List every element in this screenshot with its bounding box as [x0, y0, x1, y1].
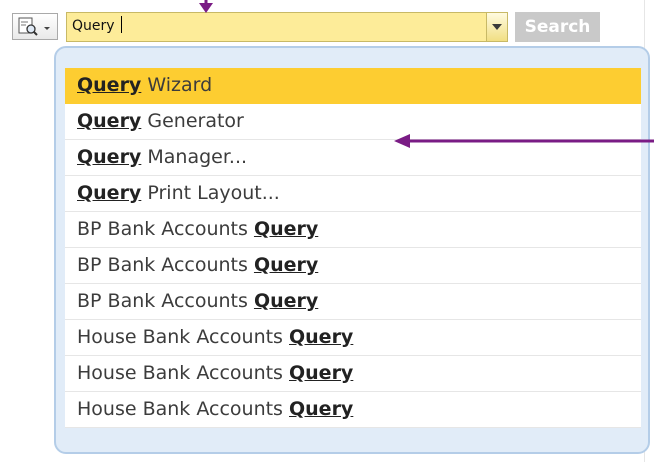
suggestion-text: House Bank Accounts — [77, 326, 289, 348]
suggestion-item[interactable]: Query Wizard — [65, 68, 641, 104]
suggestion-list: Query Wizard Query Generator Query Manager… — [65, 68, 641, 428]
suggestion-keyword: Query — [253, 290, 319, 312]
suggestion-item[interactable]: House Bank Accounts Query — [65, 320, 641, 356]
suggestion-item[interactable]: House Bank Accounts Query — [65, 392, 641, 428]
suggestion-keyword: Query — [77, 74, 142, 96]
screen: Query Search Query Wizard Query Generator… — [0, 0, 654, 462]
suggestion-item[interactable]: Query Generator — [65, 104, 641, 140]
suggestion-text: House Bank Accounts — [77, 398, 289, 420]
search-input-value: Query — [72, 16, 122, 34]
search-dropdown-toggle[interactable] — [486, 13, 507, 41]
suggestion-text: BP Bank Accounts — [77, 254, 254, 276]
suggestion-text: Wizard — [141, 74, 213, 96]
magnifier-document-icon — [18, 17, 50, 36]
suggestion-item[interactable]: BP Bank Accounts Query — [65, 212, 641, 248]
suggestion-keyword: Query — [253, 218, 319, 240]
text-cursor — [120, 16, 122, 33]
suggestion-text: BP Bank Accounts — [77, 218, 254, 240]
preview-menu-button[interactable] — [12, 13, 58, 40]
suggestion-item[interactable]: BP Bank Accounts Query — [65, 284, 641, 320]
triangle-down-icon — [492, 24, 502, 30]
suggestion-keyword: Query — [289, 362, 354, 384]
search-input[interactable]: Query — [66, 12, 508, 42]
search-button[interactable]: Search — [515, 12, 600, 42]
suggestion-keyword: Query — [77, 146, 142, 168]
suggestion-text: Manager... — [141, 146, 248, 168]
suggestion-item[interactable]: BP Bank Accounts Query — [65, 248, 641, 284]
suggestion-item[interactable]: Query Manager... — [65, 140, 641, 176]
suggestion-keyword: Query — [77, 182, 142, 204]
suggestion-item[interactable]: Query Print Layout... — [65, 176, 641, 212]
suggestion-keyword: Query — [77, 110, 142, 132]
suggestion-keyword: Query — [253, 254, 319, 276]
search-toolbar: Query Search — [0, 0, 654, 50]
suggestion-keyword: Query — [289, 398, 354, 420]
suggestion-text: Generator — [141, 110, 244, 132]
suggestion-text: Print Layout... — [141, 182, 280, 204]
suggestion-dropdown: Query Wizard Query Generator Query Manager… — [54, 46, 650, 454]
suggestion-item[interactable]: House Bank Accounts Query — [65, 356, 641, 392]
suggestion-keyword: Query — [289, 326, 354, 348]
suggestion-text: BP Bank Accounts — [77, 290, 254, 312]
suggestion-text: House Bank Accounts — [77, 362, 289, 384]
